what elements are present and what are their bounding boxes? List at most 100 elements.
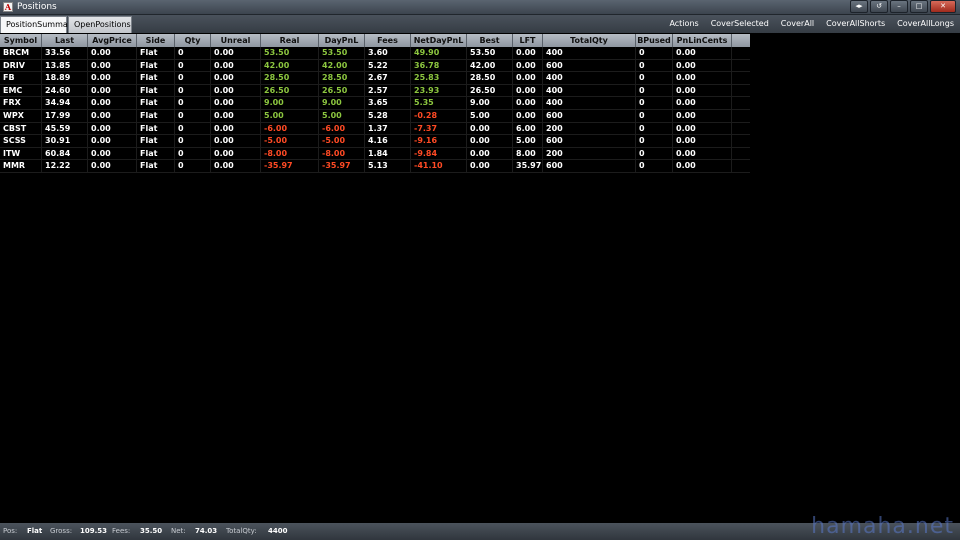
cell-symbol: ITW: [0, 147, 42, 160]
column-header-symbol[interactable]: Symbol: [0, 34, 42, 47]
table-body: BRCM 33.56 0.00 Flat 0 0.00 53.50 53.50 3.60 49.9…: [0, 47, 750, 173]
table-row[interactable]: WPX 17.99 0.00 Flat 0 0.00 5.00 5.00 5.28 -0.28 5.…: [0, 109, 750, 123]
cell-daypnl: 26.50: [319, 84, 365, 97]
cell-real: -6.00: [261, 122, 319, 135]
cell-netdaypnl: 49.90: [411, 47, 467, 59]
cell-lft: 0.00: [513, 97, 543, 109]
cell-lft: 35.97: [513, 160, 543, 172]
status-pos-value: Flat: [27, 527, 43, 535]
cell-qty: 0: [175, 122, 211, 135]
cell-bpused: 0: [636, 109, 673, 122]
column-header-qty[interactable]: Qty: [175, 34, 211, 47]
cell-unreal: 0.00: [211, 147, 261, 160]
cell-symbol: FRX: [0, 97, 42, 109]
table-row[interactable]: SCSS 30.91 0.00 Flat 0 0.00 -5.00 -5.00 4.16 -9.1…: [0, 135, 750, 148]
column-header-side[interactable]: Side: [137, 34, 175, 47]
cell-totalqty: 400: [543, 72, 636, 84]
cell-best: 0.00: [467, 160, 513, 172]
menu-cover-all-shorts[interactable]: CoverAllShorts: [820, 15, 891, 33]
column-header-unreal[interactable]: Unreal: [211, 34, 261, 47]
cell-real: 42.00: [261, 59, 319, 72]
fullscreen-icon[interactable]: ◂▸: [850, 0, 868, 13]
cell-avgprice: 0.00: [88, 160, 137, 172]
maximize-icon[interactable]: □: [910, 0, 928, 13]
cell-side: Flat: [137, 72, 175, 84]
table-row[interactable]: FB 18.89 0.00 Flat 0 0.00 28.50 28.50 2.67 25.83 2…: [0, 72, 750, 85]
cell-last: 33.56: [42, 47, 88, 59]
cell-fees: 1.37: [365, 122, 411, 135]
status-net-value: 74.03: [195, 527, 218, 535]
title-bar: A Positions ◂▸ ↺ – □ ✕: [0, 0, 960, 15]
cell-fees: 1.84: [365, 147, 411, 160]
cell-qty: 0: [175, 72, 211, 84]
actions-menu: Actions CoverSelected CoverAll CoverAllS…: [663, 15, 960, 33]
column-header-bpused[interactable]: BPused: [636, 34, 673, 47]
column-header-daypnl[interactable]: DayPnL: [319, 34, 365, 47]
column-header-real[interactable]: Real: [261, 34, 319, 47]
status-fees-value: 35.50: [140, 527, 163, 535]
app-logo-icon: A: [3, 2, 13, 12]
cell-fees: 5.28: [365, 109, 411, 122]
menu-actions[interactable]: Actions: [663, 15, 704, 33]
status-totalqty-value: 4400: [268, 527, 288, 535]
tab-open-positions[interactable]: OpenPositions: [68, 16, 132, 33]
cell-fees: 2.57: [365, 84, 411, 97]
tab-position-summary[interactable]: PositionSummary: [0, 16, 76, 33]
positions-table: Symbol Last AvgPrice Side Qty Unreal Real DayPn…: [0, 34, 750, 173]
column-header-lft[interactable]: LFT: [513, 34, 543, 47]
cell-real: 26.50: [261, 84, 319, 97]
close-icon[interactable]: ✕: [930, 0, 956, 13]
cell-qty: 0: [175, 135, 211, 147]
cell-symbol: FB: [0, 72, 42, 84]
cell-unreal: 0.00: [211, 109, 261, 122]
table-row[interactable]: FRX 34.94 0.00 Flat 0 0.00 9.00 9.00 3.65 5.35 9.0…: [0, 97, 750, 110]
cell-side: Flat: [137, 109, 175, 122]
cell-last: 34.94: [42, 97, 88, 109]
cell-last: 24.60: [42, 84, 88, 97]
cell-best: 0.00: [467, 122, 513, 135]
cell-netdaypnl: -9.84: [411, 147, 467, 160]
restore-icon[interactable]: ↺: [870, 0, 888, 13]
table-row[interactable]: MMR 12.22 0.00 Flat 0 0.00 -35.97 -35.97 5.13 -41…: [0, 160, 750, 173]
table-row[interactable]: DRIV 13.85 0.00 Flat 0 0.00 42.00 42.00 5.22 36.7…: [0, 59, 750, 73]
column-header-totalqty[interactable]: TotalQty: [543, 34, 636, 47]
cell-unreal: 0.00: [211, 122, 261, 135]
column-header-netdaypnl[interactable]: NetDayPnL: [411, 34, 467, 47]
column-header-pnlincents[interactable]: PnLinCents: [673, 34, 732, 47]
minimize-icon[interactable]: –: [890, 0, 908, 13]
watermark: hamaha.net: [811, 514, 954, 539]
menu-cover-all-longs[interactable]: CoverAllLongs: [891, 15, 960, 33]
cell-lft: 5.00: [513, 135, 543, 147]
table-row[interactable]: EMC 24.60 0.00 Flat 0 0.00 26.50 26.50 2.57 23.93…: [0, 84, 750, 98]
cell-last: 17.99: [42, 109, 88, 122]
cell-qty: 0: [175, 147, 211, 160]
cell-bpused: 0: [636, 72, 673, 84]
table-row[interactable]: ITW 60.84 0.00 Flat 0 0.00 -8.00 -8.00 1.84 -9.84…: [0, 147, 750, 161]
cell-unreal: 0.00: [211, 72, 261, 84]
column-header-best[interactable]: Best: [467, 34, 513, 47]
cell-bpused: 0: [636, 147, 673, 160]
column-header-fees[interactable]: Fees: [365, 34, 411, 47]
cell-last: 45.59: [42, 122, 88, 135]
cell-qty: 0: [175, 47, 211, 59]
cell-netdaypnl: 36.78: [411, 59, 467, 72]
cell-netdaypnl: -41.10: [411, 160, 467, 172]
column-header-avgprice[interactable]: AvgPrice: [88, 34, 137, 47]
column-header-last[interactable]: Last: [42, 34, 88, 47]
cell-last: 30.91: [42, 135, 88, 147]
status-gross-value: 109.53: [80, 527, 108, 535]
cell-totalqty: 400: [543, 97, 636, 109]
cell-pnlincents: 0.00: [673, 109, 732, 122]
cell-totalqty: 600: [543, 109, 636, 122]
table-row[interactable]: BRCM 33.56 0.00 Flat 0 0.00 53.50 53.50 3.60 49.9…: [0, 47, 750, 60]
cell-last: 13.85: [42, 59, 88, 72]
menu-cover-all[interactable]: CoverAll: [775, 15, 820, 33]
menu-cover-selected[interactable]: CoverSelected: [705, 15, 775, 33]
cell-netdaypnl: 23.93: [411, 84, 467, 97]
cell-avgprice: 0.00: [88, 84, 137, 97]
cell-daypnl: 5.00: [319, 109, 365, 122]
cell-fees: 4.16: [365, 135, 411, 147]
cell-netdaypnl: -0.28: [411, 109, 467, 122]
table-row[interactable]: CBST 45.59 0.00 Flat 0 0.00 -6.00 -6.00 1.37 -7.3…: [0, 122, 750, 136]
cell-symbol: CBST: [0, 122, 42, 135]
